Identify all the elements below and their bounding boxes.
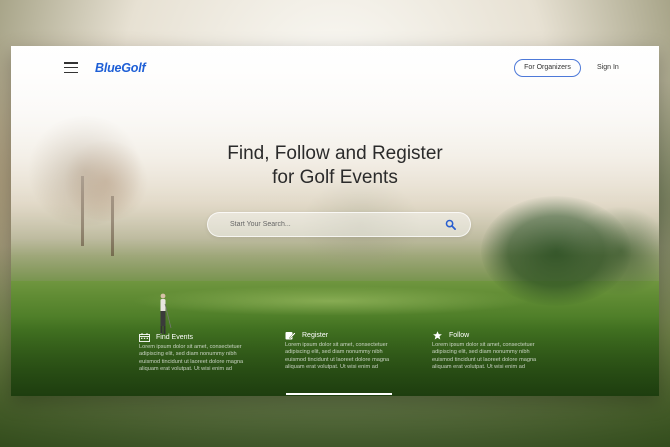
feature-find-events[interactable]: Find Events Lorem ipsum dolor sit amet, …: [139, 333, 249, 374]
feature-description: Lorem ipsum dolor sit amet, consectetuer…: [432, 342, 537, 371]
bluegolf-logo[interactable]: BlueGolf: [95, 61, 146, 75]
page-title-line-1: Find, Follow and Register: [227, 143, 443, 164]
active-feature-indicator: [286, 393, 392, 395]
feature-description: Lorem ipsum dolor sit amet, consectetuer…: [285, 342, 390, 371]
feature-description: Lorem ipsum dolor sit amet, consectetuer…: [139, 344, 244, 373]
sign-in-link[interactable]: Sign In: [597, 64, 619, 71]
search-bar: [207, 212, 471, 237]
edit-icon: [285, 332, 296, 340]
golfer-figure: [160, 293, 172, 334]
page-title: Find, Follow and Register for Golf Event…: [11, 142, 659, 190]
hamburger-menu-icon[interactable]: [64, 62, 78, 74]
feature-register[interactable]: Register Lorem ipsum dolor sit amet, con…: [285, 331, 395, 372]
feature-title: Follow: [449, 332, 470, 339]
page-title-line-2: for Golf Events: [272, 167, 398, 188]
for-organizers-button[interactable]: For Organizers: [514, 59, 581, 77]
calendar-icon: [139, 333, 150, 342]
feature-title: Find Events: [156, 334, 193, 341]
landing-page-card: BlueGolf For Organizers Sign In Find, Fo…: [11, 46, 659, 396]
search-input[interactable]: [230, 213, 430, 236]
feature-title: Register: [302, 332, 329, 339]
star-icon: [433, 331, 442, 340]
feature-follow[interactable]: Follow Lorem ipsum dolor sit amet, conse…: [432, 331, 542, 372]
search-icon[interactable]: [445, 219, 456, 230]
